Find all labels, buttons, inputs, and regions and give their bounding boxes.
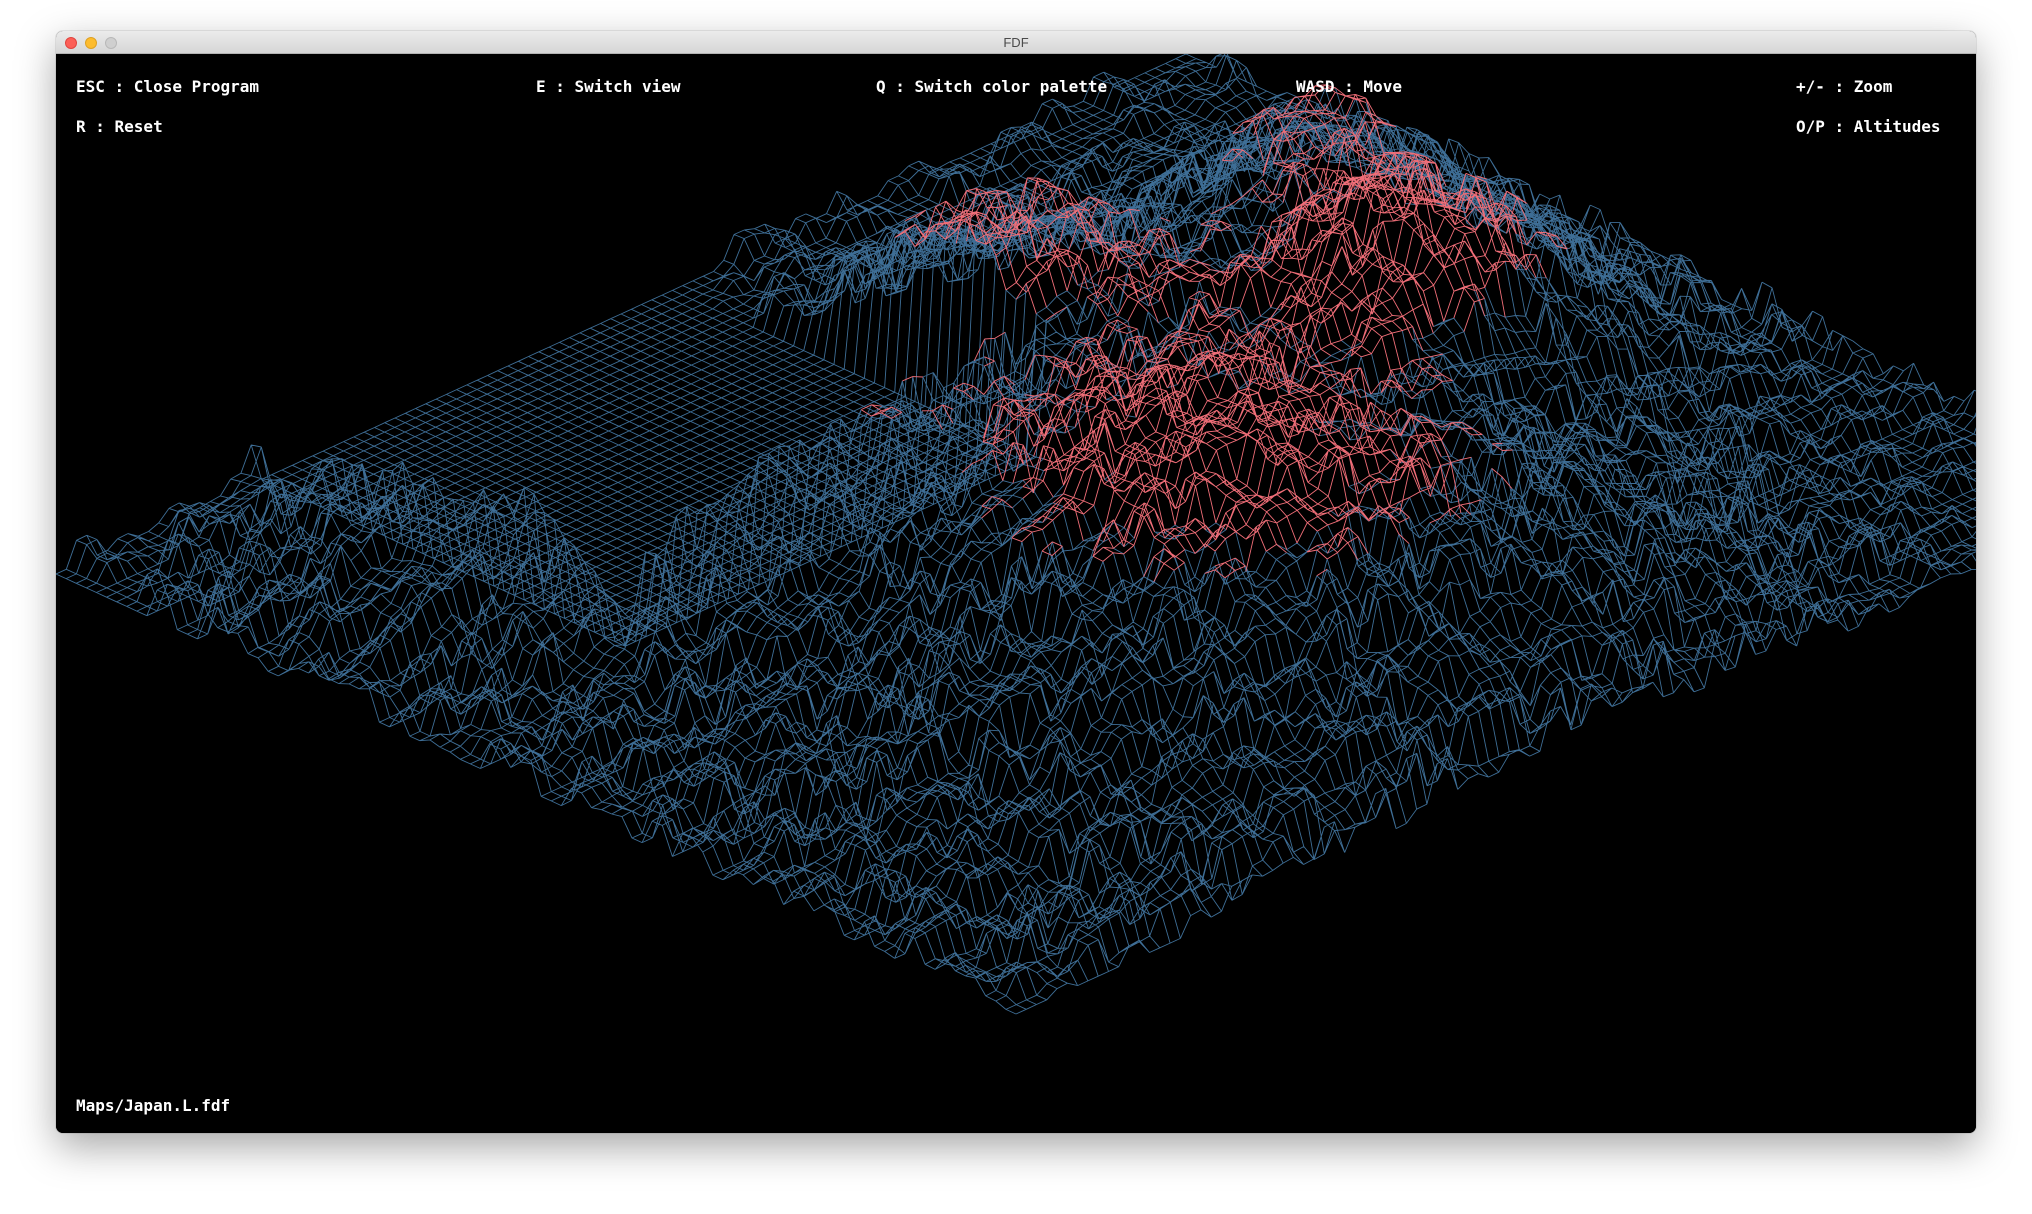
hint-move: WASD : Move: [1296, 77, 1402, 96]
wireframe-terrain: [56, 54, 1976, 1015]
title-bar[interactable]: FDF: [56, 31, 1976, 54]
hint-switch-palette: Q : Switch color palette: [876, 77, 1108, 96]
hint-reset: R : Reset: [76, 117, 163, 136]
hint-close-program: ESC : Close Program: [76, 77, 260, 96]
hint-altitudes: O/P : Altitudes: [1796, 117, 1941, 136]
map-filename: Maps/Japan.L.fdf: [76, 1096, 231, 1115]
hint-switch-view: E : Switch view: [536, 77, 681, 96]
app-window: FDF ESC : Close Program E : Switch view …: [56, 31, 1976, 1133]
window-title: FDF: [1003, 35, 1029, 50]
render-canvas[interactable]: ESC : Close Program E : Switch view Q : …: [56, 54, 1976, 1133]
hint-zoom: +/- : Zoom: [1796, 77, 1893, 96]
